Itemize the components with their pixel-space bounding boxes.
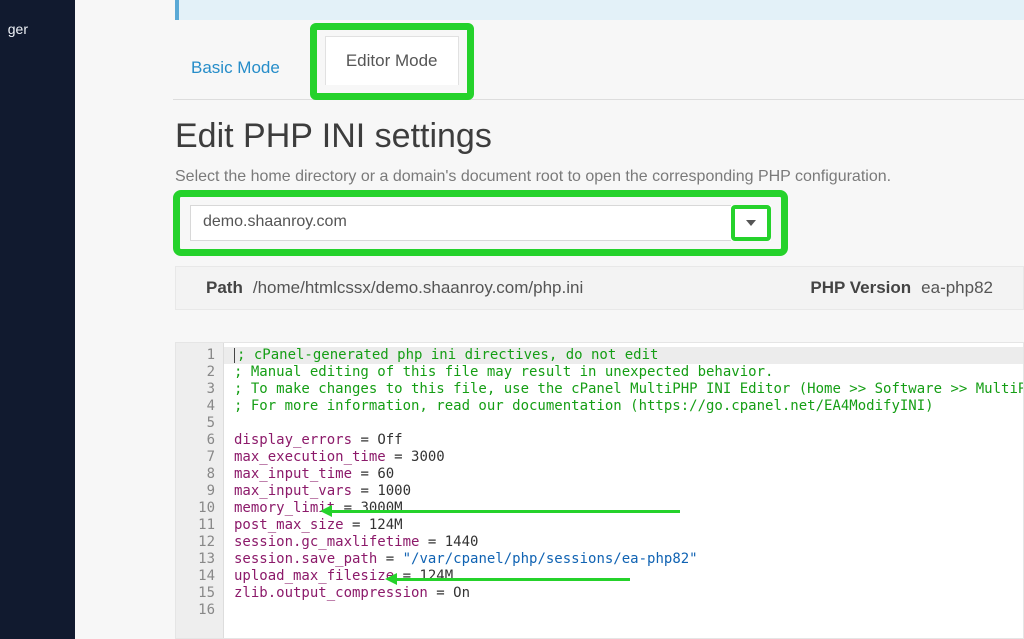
gutter-line-number: 12 [176, 534, 215, 551]
path-label: Path [206, 278, 243, 298]
code-line: display_errors = Off [234, 432, 1023, 449]
php-version-value: ea-php82 [921, 278, 993, 298]
code-line: memory_limit = 3000M [234, 500, 1023, 517]
ini-code-editor[interactable]: 12345678910111213141516 ; cPanel-generat… [175, 342, 1024, 639]
mode-tabs: Basic Mode Editor Mode [173, 30, 1024, 100]
sidebar-text-fragment: ger [8, 21, 28, 37]
code-line: zlib.output_compression = On [234, 585, 1023, 602]
code-line: session.gc_maxlifetime = 1440 [234, 534, 1023, 551]
path-info-row: Path /home/htmlcssx/demo.shaanroy.com/ph… [175, 266, 1024, 310]
code-line: post_max_size = 124M [234, 517, 1023, 534]
domain-select[interactable]: demo.shaanroy.com [190, 205, 771, 241]
main-content: Basic Mode Editor Mode Edit PHP INI sett… [75, 0, 1024, 639]
code-line: ; For more information, read our documen… [234, 398, 1023, 415]
gutter-line-number: 14 [176, 568, 215, 585]
sidebar: ger [0, 0, 75, 639]
highlight-box-domain-select: demo.shaanroy.com [173, 190, 788, 256]
gutter-line-number: 9 [176, 483, 215, 500]
editor-code-area[interactable]: ; cPanel-generated php ini directives, d… [224, 343, 1023, 638]
domain-select-toggle[interactable] [735, 209, 767, 237]
path-value: /home/htmlcssx/demo.shaanroy.com/php.ini [253, 278, 583, 298]
gutter-line-number: 7 [176, 449, 215, 466]
gutter-line-number: 11 [176, 517, 215, 534]
info-banner [175, 0, 1024, 20]
gutter-line-number: 13 [176, 551, 215, 568]
highlight-box-dropdown-button [731, 205, 771, 241]
gutter-line-number: 4 [176, 398, 215, 415]
code-line: ; cPanel-generated php ini directives, d… [224, 347, 1023, 364]
page-title: Edit PHP INI settings [175, 117, 492, 156]
code-line: max_input_time = 60 [234, 466, 1023, 483]
gutter-line-number: 10 [176, 500, 215, 517]
code-line: session.save_path = "/var/cpanel/php/ses… [234, 551, 1023, 568]
domain-select-value: demo.shaanroy.com [190, 205, 731, 241]
code-line: ; Manual editing of this file may result… [234, 364, 1023, 381]
php-version-label: PHP Version [810, 278, 911, 298]
code-line: max_execution_time = 3000 [234, 449, 1023, 466]
gutter-line-number: 2 [176, 364, 215, 381]
annotation-arrow-upload-max-filesize [395, 578, 630, 581]
code-line: ; To make changes to this file, use the … [234, 381, 1023, 398]
code-line: upload_max_filesize = 124M [234, 568, 1023, 585]
gutter-line-number: 5 [176, 415, 215, 432]
gutter-line-number: 16 [176, 602, 215, 619]
gutter-line-number: 8 [176, 466, 215, 483]
gutter-line-number: 1 [176, 347, 215, 364]
code-line [234, 602, 1023, 619]
gutter-line-number: 3 [176, 381, 215, 398]
annotation-arrow-memory-limit [330, 510, 680, 513]
tab-basic-mode[interactable]: Basic Mode [173, 38, 298, 100]
highlight-box-editor-tab: Editor Mode [310, 23, 474, 100]
code-line: max_input_vars = 1000 [234, 483, 1023, 500]
code-line [234, 415, 1023, 432]
chevron-down-icon [746, 220, 756, 226]
gutter-line-number: 6 [176, 432, 215, 449]
gutter-line-number: 15 [176, 585, 215, 602]
editor-gutter: 12345678910111213141516 [176, 343, 224, 638]
tab-editor-mode[interactable]: Editor Mode [325, 36, 459, 85]
page-subtitle: Select the home directory or a domain's … [175, 168, 891, 186]
